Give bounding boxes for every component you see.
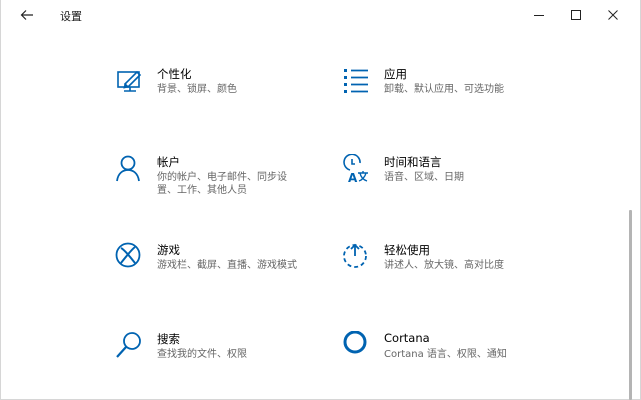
tile-description: 查找我的文件、权限 <box>157 348 247 361</box>
back-arrow-icon <box>20 10 33 20</box>
tile-description-line: 讲述人、放大镜、高对比度 <box>384 260 504 271</box>
apps-icon <box>344 69 368 93</box>
tile-title: 时间和语言 <box>384 155 442 169</box>
tile-description: 卸载、默认应用、可选功能 <box>384 83 504 96</box>
maximize-icon <box>571 10 581 20</box>
tile-description: 游戏栏、截屏、直播、游戏模式 <box>157 259 297 272</box>
tile-title: 帐户 <box>157 155 180 169</box>
close-button[interactable] <box>591 0 635 30</box>
tile-title: Cortana <box>384 331 430 345</box>
tile-description-line: 查找我的文件、权限 <box>157 349 247 360</box>
tile-search[interactable]: 搜索 查找我的文件、权限 <box>115 331 335 391</box>
tile-description-line: 游戏栏、截屏、直播、游戏模式 <box>157 260 297 271</box>
tile-description: 语音、区域、日期 <box>384 171 464 184</box>
close-icon <box>608 10 618 20</box>
title-bar: 设置 <box>1 0 640 30</box>
tile-description-line: Cortana 语言、权限、通知 <box>384 349 507 360</box>
tile-apps[interactable]: 应用 卸载、默认应用、可选功能 <box>342 66 562 126</box>
tile-accounts[interactable]: 帐户 你的帐户、电子邮件、同步设 置、工作、其他人员 <box>115 154 335 214</box>
tile-title: 轻松使用 <box>384 243 430 257</box>
tile-description-line: 背景、锁屏、颜色 <box>157 84 237 95</box>
tile-description: Cortana 语言、权限、通知 <box>384 348 507 361</box>
tile-description-line: 你的帐户、电子邮件、同步设 <box>157 172 287 183</box>
tile-time-language[interactable]: A 时间和语言 语音、区域、日期 <box>342 154 562 214</box>
personalization-icon <box>117 70 142 92</box>
cortana-icon <box>343 331 367 354</box>
xbox-icon <box>115 242 141 268</box>
back-button[interactable] <box>13 4 41 26</box>
account-icon <box>116 155 140 182</box>
ease-of-access-icon <box>343 243 367 268</box>
tile-description: 你的帐户、电子邮件、同步设 置、工作、其他人员 <box>157 171 287 197</box>
tile-title: 个性化 <box>157 67 192 81</box>
tile-description-line: 置、工作、其他人员 <box>157 185 247 196</box>
window-title: 设置 <box>60 10 82 23</box>
tile-title: 搜索 <box>157 332 180 346</box>
tile-cortana[interactable]: Cortana Cortana 语言、权限、通知 <box>342 331 562 391</box>
tile-description: 讲述人、放大镜、高对比度 <box>384 259 504 272</box>
tile-description: 背景、锁屏、颜色 <box>157 83 237 96</box>
minimize-icon <box>534 15 544 16</box>
time-language-icon: A <box>343 154 368 185</box>
tile-title: 游戏 <box>157 243 180 257</box>
tile-description-line: 语音、区域、日期 <box>384 172 464 183</box>
vertical-scrollbar[interactable] <box>629 210 632 400</box>
tile-gaming[interactable]: 游戏 游戏栏、截屏、直播、游戏模式 <box>115 242 335 302</box>
svg-text:A: A <box>348 171 358 185</box>
search-icon <box>116 332 141 358</box>
tile-ease-of-access[interactable]: 轻松使用 讲述人、放大镜、高对比度 <box>342 242 562 302</box>
settings-window: 设置 个性化 背景、锁屏、颜色 应用 卸载、默认应用、可选功能 帐户 你的帐户、… <box>0 0 641 400</box>
tile-description-line: 卸载、默认应用、可选功能 <box>384 84 504 95</box>
tile-title: 应用 <box>384 67 407 81</box>
tile-personalization[interactable]: 个性化 背景、锁屏、颜色 <box>115 66 335 126</box>
